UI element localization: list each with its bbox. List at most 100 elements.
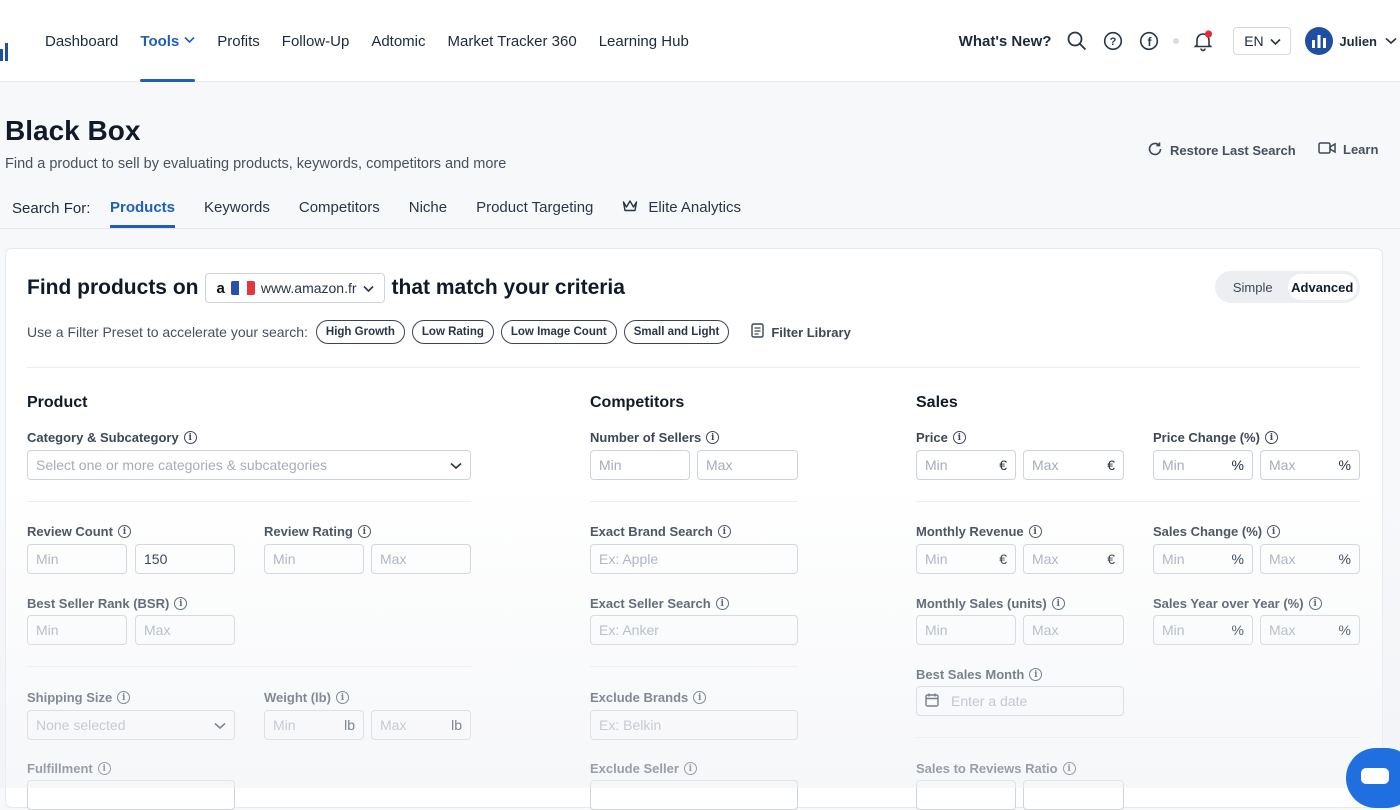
exclude-brands-input[interactable]: Ex: Belkin (590, 710, 798, 740)
language-select[interactable]: EN (1233, 27, 1292, 55)
chevron-down-icon (214, 717, 226, 733)
info-icon[interactable]: i (117, 691, 131, 704)
category-select[interactable]: Select one or more categories & subcateg… (27, 450, 471, 480)
tab-products[interactable]: Products (110, 186, 176, 228)
price-change-max-input[interactable]: Max% (1260, 450, 1360, 480)
exact-seller-input[interactable]: Ex: Anker (590, 615, 798, 645)
app-logo[interactable] (0, 41, 10, 61)
price-min-input[interactable]: Min € (916, 450, 1016, 480)
divider (27, 367, 1360, 368)
tab-niche[interactable]: Niche (409, 186, 447, 228)
sellers-min-input[interactable]: Min (590, 450, 690, 480)
info-icon[interactable]: i (97, 762, 111, 775)
help-icon[interactable]: ? (1102, 30, 1124, 52)
nav-tools[interactable]: Tools (140, 0, 196, 82)
restore-last-search-button[interactable]: Restore Last Search (1147, 141, 1296, 160)
preset-low-image-count[interactable]: Low Image Count (500, 320, 617, 344)
nav-profits[interactable]: Profits (217, 0, 260, 82)
tab-elite-analytics[interactable]: Elite Analytics (622, 186, 741, 228)
price-change-min-input[interactable]: Min% (1153, 450, 1253, 480)
price-max-input[interactable]: Max € (1023, 450, 1124, 480)
preset-high-growth[interactable]: High Growth (315, 320, 405, 344)
info-icon[interactable]: i (683, 762, 697, 775)
info-icon[interactable]: i (335, 691, 349, 704)
search-icon[interactable] (1066, 30, 1088, 52)
divider (590, 666, 798, 667)
nav-follow-up[interactable]: Follow-Up (282, 0, 350, 82)
info-icon[interactable]: i (183, 431, 197, 444)
nav-adtomic[interactable]: Adtomic (371, 0, 425, 82)
tab-competitors[interactable]: Competitors (299, 186, 380, 228)
competitors-section-title: Competitors (590, 394, 685, 411)
info-icon[interactable]: i (706, 431, 720, 444)
user-name[interactable]: Julien (1339, 34, 1377, 49)
mode-advanced-button[interactable]: Advanced (1287, 274, 1357, 300)
revenue-min-input[interactable]: Min € (916, 544, 1016, 574)
info-icon[interactable]: i (1264, 431, 1278, 444)
info-icon[interactable]: i (1308, 597, 1322, 610)
exclude-seller-input[interactable] (590, 780, 798, 810)
mode-simple-button[interactable]: Simple (1218, 274, 1288, 300)
revenue-max-input[interactable]: Max € (1023, 544, 1124, 574)
info-icon[interactable]: i (1062, 762, 1076, 775)
chevron-down-icon (184, 35, 195, 47)
monthly-revenue-label: Monthly Revenue i (916, 524, 1042, 539)
tab-keywords[interactable]: Keywords (204, 186, 270, 228)
info-icon[interactable]: i (717, 525, 731, 538)
fulfillment-select[interactable] (27, 780, 235, 810)
facebook-icon[interactable]: f (1138, 30, 1160, 52)
category-label: Category & Subcategory i (27, 430, 197, 445)
sales-change-max-input[interactable]: Max% (1260, 544, 1360, 574)
info-icon[interactable]: i (715, 597, 729, 610)
nav-learning-hub[interactable]: Learning Hub (599, 0, 689, 82)
sales-yoy-max-input[interactable]: Max% (1260, 615, 1360, 645)
sales-yoy-min-input[interactable]: Min% (1153, 615, 1253, 645)
top-navigation-bar: Dashboard Tools Profits Follow-Up Adtomi… (0, 0, 1400, 82)
sellers-max-input[interactable]: Max (697, 450, 798, 480)
review-rating-max-input[interactable]: Max (371, 544, 471, 574)
nav-market-tracker[interactable]: Market Tracker 360 (448, 0, 577, 82)
sales-section-title: Sales (916, 394, 958, 411)
preset-small-and-light[interactable]: Small and Light (623, 320, 730, 344)
page-title: Black Box (5, 115, 141, 146)
review-rating-min-input[interactable]: Min (264, 544, 364, 574)
notification-bell-icon[interactable] (1192, 30, 1214, 52)
info-icon[interactable]: i (693, 691, 707, 704)
filter-library-button[interactable]: Filter Library (751, 323, 851, 341)
info-icon[interactable]: i (952, 431, 966, 444)
info-icon[interactable]: i (1028, 525, 1042, 538)
avatar[interactable] (1305, 27, 1334, 55)
nav-dashboard[interactable]: Dashboard (45, 0, 118, 82)
info-icon[interactable]: i (1267, 525, 1281, 538)
chevron-down-icon[interactable] (1385, 32, 1397, 50)
ratio-max-input[interactable] (1023, 780, 1124, 810)
sales-change-min-input[interactable]: Min% (1153, 544, 1253, 574)
preset-low-rating[interactable]: Low Rating (411, 320, 494, 344)
monthly-sales-min-input[interactable]: Min (916, 615, 1016, 645)
weight-min-input[interactable]: Min lb (264, 710, 364, 740)
shipping-size-select[interactable]: None selected (27, 710, 235, 740)
top-right-actions: What's New? ? f EN Julien (959, 0, 1400, 82)
learn-button[interactable]: Learn (1318, 141, 1378, 158)
review-count-min-input[interactable]: Min (27, 544, 127, 574)
marketplace-select[interactable]: a www.amazon.fr (205, 273, 385, 303)
info-icon[interactable]: i (174, 597, 188, 610)
info-icon[interactable]: i (1029, 668, 1043, 681)
review-count-max-input[interactable]: 150 (135, 544, 235, 574)
bsr-min-input[interactable]: Min (27, 615, 127, 645)
info-icon[interactable]: i (117, 525, 131, 538)
tab-product-targeting[interactable]: Product Targeting (476, 186, 593, 228)
svg-text:f: f (1148, 35, 1153, 49)
monthly-sales-max-input[interactable]: Max (1023, 615, 1124, 645)
bsr-max-input[interactable]: Max (135, 615, 235, 645)
ratio-min-input[interactable] (916, 780, 1016, 810)
info-icon[interactable]: i (357, 525, 371, 538)
chat-support-button[interactable] (1346, 748, 1400, 808)
whats-new-link[interactable]: What's New? (959, 33, 1052, 50)
exact-brand-input[interactable]: Ex: Apple (590, 544, 798, 574)
weight-max-input[interactable]: Max lb (371, 710, 471, 740)
chevron-down-icon (450, 457, 462, 473)
best-sales-month-input[interactable]: Enter a date (916, 686, 1124, 716)
monthly-sales-label: Monthly Sales (units) i (916, 596, 1065, 611)
info-icon[interactable]: i (1051, 597, 1065, 610)
